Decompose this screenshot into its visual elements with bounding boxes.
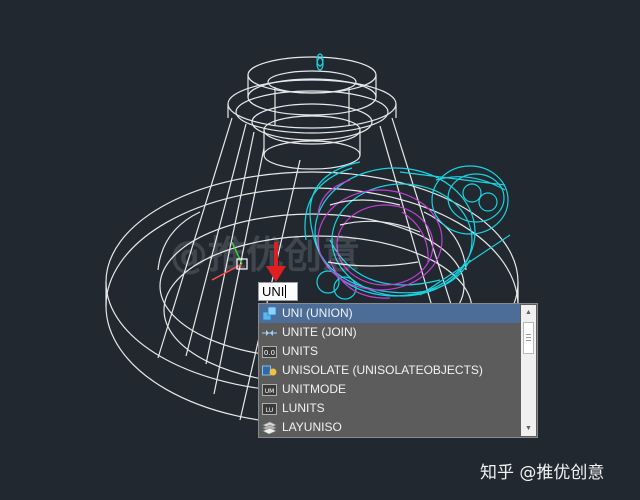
autocomplete-item-unitmode[interactable]: UM UNITMODE (259, 380, 520, 399)
svg-text:0.0: 0.0 (264, 349, 275, 357)
autocomplete-item-label: UNI (UNION) (282, 306, 353, 320)
autocomplete-item-label: UNISOLATE (UNISOLATEOBJECTS) (282, 363, 483, 377)
svg-text:UM: UM (265, 388, 275, 395)
join-icon (262, 330, 277, 336)
autocomplete-item-join[interactable]: UNITE (JOIN) (259, 323, 520, 342)
lunits-icon: LU (262, 403, 277, 415)
autocomplete-item-label: UNITE (JOIN) (282, 325, 357, 339)
autocomplete-item-layuniso[interactable]: LAYUNISO (259, 418, 520, 437)
units-icon: 0.0 (262, 346, 277, 358)
scroll-down-arrow-icon[interactable]: ▼ (521, 421, 536, 436)
union-icon (262, 306, 277, 321)
command-input[interactable]: UNI (258, 282, 298, 301)
autocomplete-item-label: UNITS (282, 344, 318, 358)
unisolate-icon (262, 365, 277, 376)
scrollbar-thumb[interactable] (523, 322, 534, 354)
viewport-watermark-text: @推优创意 (170, 233, 360, 277)
unitmode-icon: UM (262, 384, 277, 396)
layuniso-icon (262, 421, 277, 435)
command-autocomplete-list[interactable]: UNI (UNION) UNITE (JOIN) 0.0 UNITS UNISO… (258, 303, 538, 438)
autocomplete-item-lunits[interactable]: LU LUNITS (259, 399, 520, 418)
text-caret (285, 285, 287, 298)
autocomplete-item-union[interactable]: UNI (UNION) (259, 304, 520, 323)
autocomplete-item-unisolate[interactable]: UNISOLATE (UNISOLATEOBJECTS) (259, 361, 520, 380)
autocomplete-item-label: UNITMODE (282, 382, 346, 396)
scroll-up-arrow-icon[interactable]: ▲ (521, 305, 536, 320)
svg-text:LU: LU (266, 407, 273, 414)
autocomplete-item-label: LAYUNISO (282, 420, 342, 434)
command-input-text: UNI (262, 284, 285, 299)
autocomplete-item-units[interactable]: 0.0 UNITS (259, 342, 520, 361)
zhihu-watermark: 知乎 @推优创意 (480, 463, 605, 483)
autocomplete-item-label: LUNITS (282, 401, 325, 415)
autocomplete-scrollbar[interactable]: ▲ ▼ (521, 305, 536, 436)
